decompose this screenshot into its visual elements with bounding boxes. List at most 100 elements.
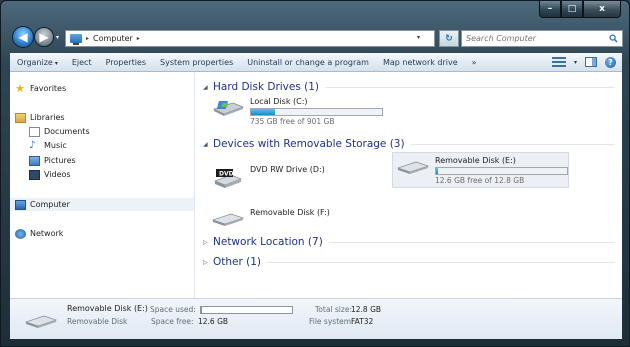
chevron-down-icon: ▾ — [54, 59, 58, 67]
sidebar-item-label: Music — [44, 141, 67, 150]
drive-info: Removable Disk (E:) 12.6 GB free of 12.8… — [435, 156, 568, 185]
details-usage-bar — [200, 306, 293, 314]
expand-triangle-icon[interactable]: ▷ — [203, 239, 213, 246]
sidebar-item-music[interactable]: ♪ Music — [29, 139, 67, 152]
drive-usage-bar — [250, 108, 383, 116]
sidebar-item-label: Libraries — [30, 113, 65, 122]
navigation-row: ◀ ▶ ▾ ▸ Computer ▸ ▾ ↻ — [1, 21, 629, 53]
search-icon[interactable] — [609, 34, 618, 43]
expand-triangle-icon[interactable]: ▷ — [203, 259, 213, 266]
more-commands-button[interactable]: » — [465, 58, 484, 67]
drive-info: DVD RW Drive (D:) — [250, 161, 325, 189]
sidebar-item-computer[interactable]: Computer — [10, 198, 194, 211]
removable-disk-icon — [397, 161, 429, 174]
address-dropdown-icon[interactable]: ▾ — [417, 34, 420, 41]
file-system-value: FAT32 — [351, 317, 374, 326]
organize-label: Organize — [17, 57, 53, 67]
drive-name: Removable Disk (F:) — [250, 208, 330, 217]
sidebar-item-network[interactable]: Network — [15, 227, 63, 240]
minimize-button[interactable]: – — [539, 1, 561, 18]
collapse-triangle-icon[interactable]: ◢ — [203, 141, 213, 148]
breadcrumb-computer[interactable]: Computer — [93, 34, 133, 43]
view-dropdown-icon[interactable]: ▾ — [574, 59, 577, 66]
sidebar-item-favorites[interactable]: ★ Favorites — [15, 82, 66, 95]
pictures-icon — [29, 155, 40, 166]
group-divider — [328, 241, 615, 243]
uninstall-program-button[interactable]: Uninstall or change a program — [240, 58, 376, 67]
search-box[interactable] — [461, 30, 623, 47]
breadcrumb-separator[interactable]: ▸ — [86, 35, 89, 42]
group-divider — [325, 86, 615, 88]
sidebar-item-videos[interactable]: Videos — [29, 168, 71, 181]
group-removable-storage[interactable]: ◢ Devices with Removable Storage (3) — [203, 138, 615, 150]
dvd-logo-text: DVD — [219, 171, 234, 178]
drive-dvd-d[interactable]: DVD DVD RW Drive (D:) — [211, 161, 325, 189]
document-icon — [29, 126, 40, 137]
drive-removable-f[interactable]: Removable Disk (F:) — [211, 208, 330, 228]
toolbar-right: ▾ ? — [551, 56, 622, 68]
drive-info: Local Disk (C:) 735 GB free of 901 GB — [250, 97, 383, 126]
drive-removable-e-selected[interactable]: Removable Disk (E:) 12.6 GB free of 12.8… — [392, 152, 569, 188]
properties-button[interactable]: Properties — [99, 58, 153, 67]
sidebar-item-label: Videos — [44, 170, 71, 179]
details-pane: Removable Disk (E:) Removable Disk Space… — [10, 298, 622, 339]
caption-buttons: – □ x — [539, 1, 621, 19]
back-button[interactable]: ◀ — [12, 26, 34, 48]
total-size-label: Total size: — [315, 305, 352, 314]
computer-icon — [70, 34, 82, 45]
navigation-pane: ★ Favorites Libraries Documents ♪ Music … — [10, 72, 195, 298]
maximize-button[interactable]: □ — [561, 1, 583, 18]
star-icon: ★ — [15, 81, 25, 95]
hard-disk-icon — [213, 101, 244, 116]
drive-usage-bar — [435, 167, 568, 175]
close-button[interactable]: x — [583, 1, 621, 18]
collapse-triangle-icon[interactable]: ◢ — [203, 84, 213, 91]
details-drive-name: Removable Disk (E:) — [67, 304, 148, 313]
forward-button[interactable]: ▶ — [34, 27, 54, 47]
search-input[interactable] — [466, 34, 606, 43]
sidebar-item-pictures[interactable]: Pictures — [29, 154, 76, 167]
computer-icon — [15, 199, 26, 210]
recent-pages-dropdown[interactable]: ▾ — [56, 34, 59, 41]
system-properties-button[interactable]: System properties — [153, 58, 240, 67]
removable-disk-icon — [212, 213, 244, 226]
sidebar-item-libraries[interactable]: Libraries — [15, 111, 65, 124]
group-hard-disk-drives[interactable]: ◢ Hard Disk Drives (1) — [203, 81, 615, 93]
sidebar-item-documents[interactable]: Documents — [29, 125, 90, 138]
group-title: Hard Disk Drives (1) — [213, 81, 320, 93]
drive-info: Removable Disk (F:) — [250, 208, 330, 228]
dvd-drive-icon: DVD — [214, 169, 242, 188]
sidebar-item-label: Favorites — [30, 84, 67, 93]
eject-button[interactable]: Eject — [65, 58, 99, 67]
drive-free-space: 12.6 GB free of 12.8 GB — [435, 176, 525, 185]
change-view-icon[interactable] — [551, 57, 566, 67]
sidebar-item-label: Documents — [44, 127, 90, 136]
breadcrumb-separator-end[interactable]: ▸ — [137, 35, 140, 42]
map-network-drive-button[interactable]: Map network drive — [376, 58, 465, 67]
group-network-location[interactable]: ▷ Network Location (7) — [203, 236, 615, 248]
space-free-value: 12.6 GB — [198, 317, 229, 326]
music-note-icon: ♪ — [29, 139, 36, 151]
explorer-window: – □ x ◀ ▶ ▾ ▸ Computer ▸ ▾ ↻ Organize▾ E… — [0, 0, 630, 347]
drive-free-space: 735 GB free of 901 GB — [250, 117, 335, 126]
total-size-value: 12.8 GB — [351, 305, 382, 314]
preview-pane-icon[interactable] — [585, 57, 597, 67]
drive-removable-e[interactable]: Removable Disk (E:) 12.6 GB free of 12.8… — [396, 156, 568, 185]
group-divider — [267, 261, 615, 263]
sidebar-item-label: Computer — [30, 200, 70, 209]
group-title: Other (1) — [213, 256, 262, 268]
group-other[interactable]: ▷ Other (1) — [203, 256, 615, 268]
organize-menu[interactable]: Organize ▾ — [10, 58, 65, 67]
libraries-icon — [15, 112, 26, 123]
space-free-label: Space free: — [151, 317, 194, 326]
content-area: ★ Favorites Libraries Documents ♪ Music … — [10, 72, 622, 298]
help-icon[interactable]: ? — [605, 56, 616, 68]
drive-usage-fill — [436, 168, 439, 174]
sidebar-item-label: Pictures — [44, 156, 76, 165]
refresh-button[interactable]: ↻ — [439, 30, 459, 47]
drive-usage-fill — [251, 109, 276, 115]
command-bar: Organize ▾ Eject Properties System proper… — [10, 53, 622, 72]
drive-local-c[interactable]: Local Disk (C:) 735 GB free of 901 GB — [211, 97, 383, 126]
drive-name: Local Disk (C:) — [250, 97, 308, 106]
address-bar[interactable]: ▸ Computer ▸ ▾ — [65, 30, 435, 47]
